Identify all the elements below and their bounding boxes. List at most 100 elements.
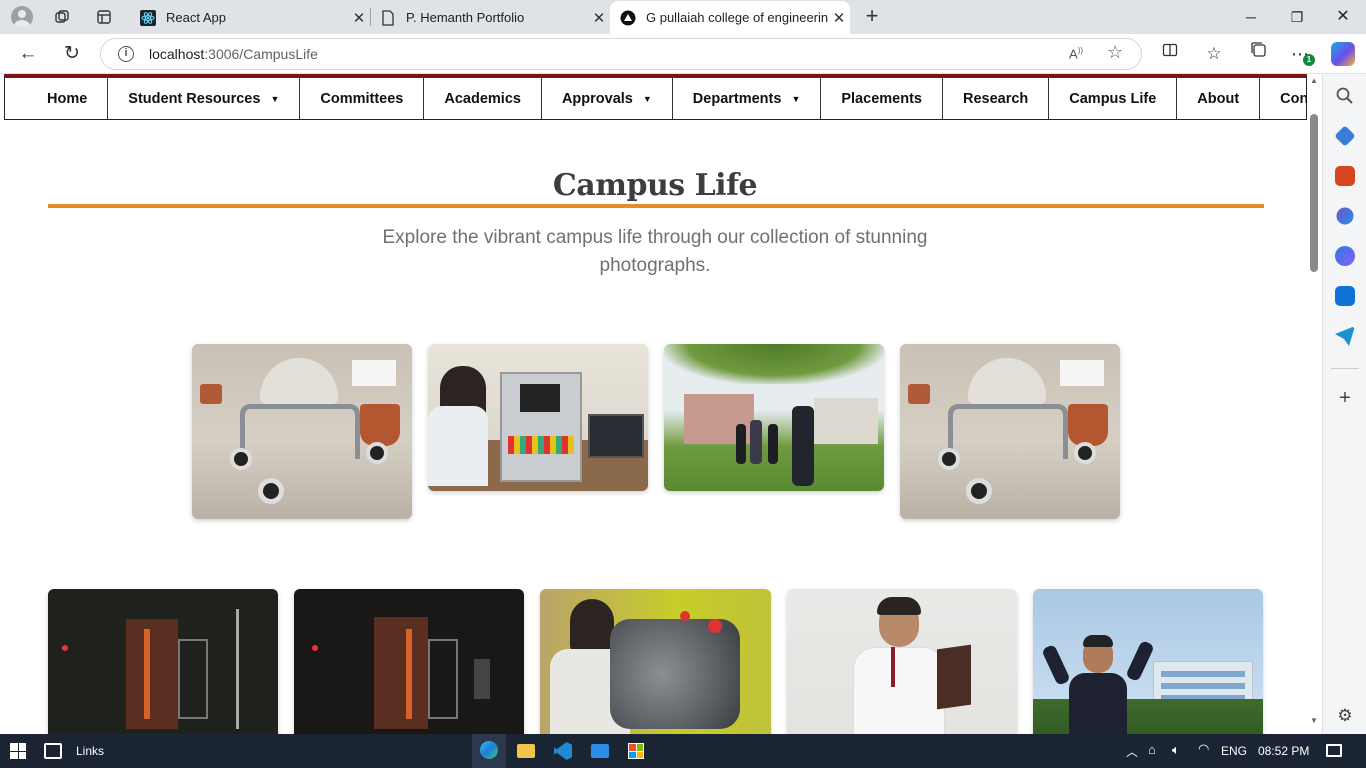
shopping-tag-icon[interactable] <box>1334 125 1356 147</box>
react-icon <box>140 9 156 26</box>
tab-title: P. Hemanth Portfolio <box>406 10 525 25</box>
nav-label: Committees <box>320 90 404 107</box>
engine-workshop-photo[interactable] <box>540 589 771 734</box>
language-indicator[interactable]: ENG <box>1221 744 1247 758</box>
nav-label: Placements <box>841 90 922 107</box>
copilot-sidebar-icon[interactable] <box>1335 246 1355 266</box>
chevron-up-icon[interactable]: ︿ <box>1126 743 1138 760</box>
network-icon[interactable]: ⌂ <box>1148 742 1156 757</box>
favorites-icon[interactable]: ☆ <box>1200 41 1228 67</box>
caret-down-icon: ▼ <box>791 93 801 104</box>
send-icon[interactable] <box>1335 326 1355 346</box>
nav-label: Contact <box>1280 90 1307 107</box>
nav-research[interactable]: Research <box>943 78 1050 119</box>
close-tab-icon[interactable]: ✕ <box>348 9 370 27</box>
scrollbar-thumb[interactable] <box>1310 114 1318 272</box>
clock[interactable]: 08:52 PM <box>1258 744 1309 758</box>
taskbar-links-label[interactable]: Links <box>76 744 104 758</box>
page-viewport: Home Student Resources ▼ Committees Acade… <box>0 74 1307 734</box>
nav-home[interactable]: Home <box>27 78 109 119</box>
tab-college[interactable]: G pullaiah college of engineering ✕ <box>610 1 850 34</box>
caret-down-icon: ▼ <box>642 93 652 104</box>
caret-down-icon: ▼ <box>270 93 280 104</box>
games-icon[interactable] <box>1336 207 1354 225</box>
student-celebrating-photo[interactable] <box>1033 589 1263 734</box>
mail-icon[interactable] <box>591 744 609 758</box>
nav-approvals[interactable]: Approvals ▼ <box>542 78 673 119</box>
nav-placements[interactable]: Placements <box>821 78 943 119</box>
file-explorer-icon[interactable] <box>517 744 535 758</box>
restore-icon[interactable]: ❐ <box>1274 0 1320 34</box>
copilot-icon[interactable] <box>1331 42 1355 66</box>
page-title: Campus Life <box>552 168 758 203</box>
sidebar-divider <box>1331 368 1359 369</box>
campus-group-photo[interactable] <box>664 344 884 491</box>
add-icon[interactable]: + <box>1335 388 1355 408</box>
nav-label: Student Resources <box>128 90 261 107</box>
edge-taskbar-icon[interactable] <box>472 734 506 768</box>
new-tab-icon[interactable]: + <box>858 2 886 32</box>
nav-label: Departments <box>692 90 782 107</box>
lab-apparatus-photo[interactable] <box>48 589 278 734</box>
collections-icon[interactable] <box>1244 41 1272 67</box>
scroll-down-icon[interactable]: ▼ <box>1310 716 1318 725</box>
wifi-icon[interactable]: ◠ <box>1198 741 1209 757</box>
task-view-icon[interactable] <box>44 743 62 759</box>
document-icon <box>380 9 396 26</box>
back-icon[interactable]: ← <box>12 39 44 69</box>
lab-apparatus-photo[interactable] <box>294 589 524 734</box>
edge-sidebar: + ⚙ <box>1322 74 1366 734</box>
store-icon[interactable] <box>628 743 644 759</box>
tab-title: React App <box>166 10 226 25</box>
info-icon[interactable]: i <box>118 46 134 62</box>
vscode-icon[interactable] <box>554 742 572 760</box>
nav-departments[interactable]: Departments ▼ <box>673 78 822 119</box>
url-input[interactable]: i localhost:3006/CampusLife A)) ☆ <box>100 38 1142 70</box>
notification-badge: 1 <box>1303 54 1315 66</box>
url-path: :3006/CampusLife <box>204 46 318 62</box>
workspaces-icon[interactable] <box>42 0 82 34</box>
nav-committees[interactable]: Committees <box>300 78 425 119</box>
close-tab-icon[interactable]: ✕ <box>828 9 850 27</box>
title-divider <box>48 204 1264 208</box>
nav-academics[interactable]: Academics <box>424 78 542 119</box>
nav-label: Academics <box>444 90 521 107</box>
favorite-star-icon[interactable]: ☆ <box>1107 42 1123 63</box>
robot-rover-photo[interactable] <box>900 344 1120 519</box>
split-screen-icon[interactable] <box>1156 41 1184 67</box>
tools-icon[interactable] <box>1335 166 1355 186</box>
tab-portfolio[interactable]: P. Hemanth Portfolio ✕ <box>370 1 610 34</box>
student-laptop-photo[interactable] <box>787 589 1017 734</box>
address-bar: ← ↻ i localhost:3006/CampusLife A)) ☆ ☆ … <box>0 34 1366 74</box>
minimize-icon[interactable]: ─ <box>1228 0 1274 34</box>
windows-start-icon[interactable] <box>10 743 26 759</box>
volume-icon[interactable]: 🔈︎ <box>1172 742 1180 758</box>
nav-about[interactable]: About <box>1177 78 1261 119</box>
refresh-icon[interactable]: ↻ <box>56 39 88 69</box>
url-text[interactable]: localhost:3006/CampusLife <box>149 46 318 62</box>
url-host: localhost <box>149 46 205 62</box>
nav-label: Approvals <box>561 90 633 107</box>
close-tab-icon[interactable]: ✕ <box>588 9 610 27</box>
nav-campus-life[interactable]: Campus Life <box>1049 78 1178 119</box>
tab-react-app[interactable]: React App ✕ <box>130 1 370 34</box>
notifications-icon[interactable] <box>1326 744 1342 757</box>
student-lab-equipment-photo[interactable] <box>428 344 648 491</box>
page-scrollbar[interactable]: ▲ ▼ <box>1307 74 1321 734</box>
app-logo-icon <box>620 10 636 26</box>
robot-rover-photo[interactable] <box>192 344 412 519</box>
windows-taskbar: Links ︿ ⌂ 🔈︎ ◠ ENG 08:52 PM <box>0 734 1366 768</box>
outlook-icon[interactable] <box>1335 286 1355 306</box>
settings-gear-icon[interactable]: ⚙ <box>1335 706 1355 726</box>
close-window-icon[interactable]: ✕ <box>1320 0 1366 34</box>
profile-icon[interactable] <box>2 0 42 34</box>
nav-label: About <box>1197 90 1240 107</box>
nav-contact[interactable]: Contact <box>1260 78 1307 119</box>
scroll-up-icon[interactable]: ▲ <box>1310 76 1318 85</box>
search-icon[interactable] <box>1335 86 1355 106</box>
read-aloud-icon[interactable]: A)) <box>1069 46 1083 61</box>
nav-label: Home <box>47 90 88 107</box>
tab-actions-icon[interactable] <box>84 0 124 34</box>
nav-student-resources[interactable]: Student Resources ▼ <box>108 78 301 119</box>
nav-label: Research <box>962 90 1029 107</box>
